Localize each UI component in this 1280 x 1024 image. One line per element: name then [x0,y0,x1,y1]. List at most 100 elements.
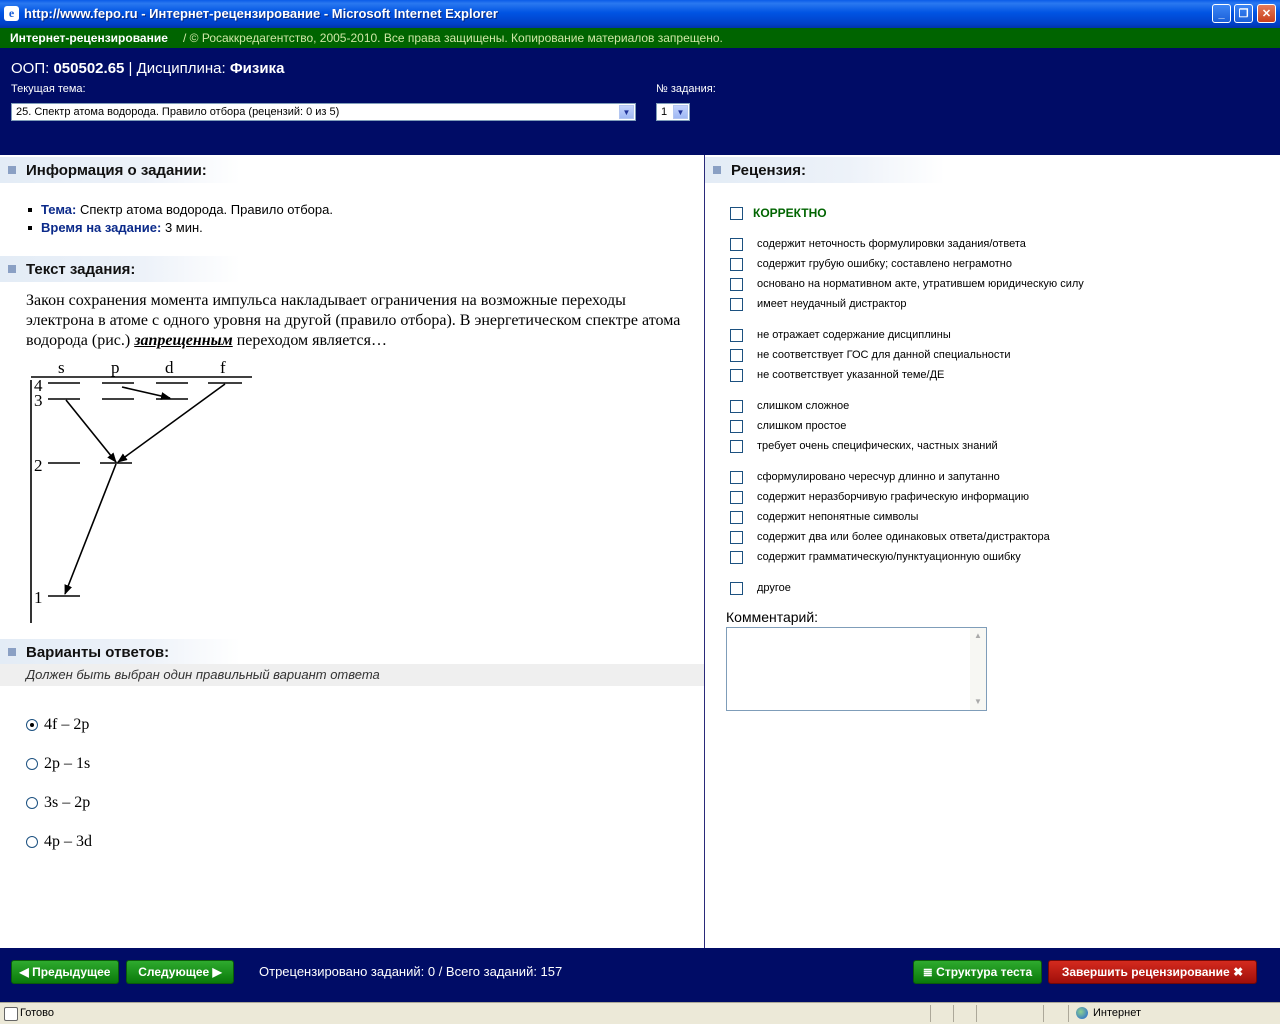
oop-label: ООП: [11,60,50,77]
criterion-checkbox[interactable] [730,238,743,251]
info-time-key: Время на задание: [41,220,162,235]
answer-label: 2p – 1s [44,755,91,772]
chevron-down-icon[interactable]: ▼ [619,105,634,119]
criterion-checkbox[interactable] [730,369,743,382]
finish-review-button[interactable]: Завершить рецензирование ✖ [1048,960,1257,984]
criterion-label: не соответствует указанной теме/ДЕ [757,369,945,381]
answers-note: Должен быть выбран один правильный вариа… [26,667,380,682]
arrow-4p-3d [121,386,171,400]
answer-radio[interactable] [26,758,38,770]
info-heading: Информация о задании: [26,162,207,179]
criterion-checkbox[interactable] [730,298,743,311]
criterion-checkbox[interactable] [730,258,743,271]
discipline-label: Дисциплина: [136,60,226,77]
close-icon: ✖ [1233,965,1244,979]
criterion-label: слишком сложное [757,400,850,412]
statusbar-divider [1068,1005,1069,1022]
window-title: http://www.fepo.ru - Интернет-рецензиров… [24,6,498,21]
criterion-checkbox[interactable] [730,420,743,433]
task-text-end: переходом является… [236,332,387,349]
criterion-checkbox[interactable] [730,582,743,595]
scroll-down-icon[interactable]: ▼ [971,695,985,709]
test-structure-button[interactable]: ≣ Структура теста [913,960,1042,984]
minimize-button[interactable]: _ [1212,4,1231,23]
info-topic-key: Тема: [41,202,77,217]
correct-checkbox[interactable] [730,207,743,220]
answers-note-bar: Должен быть выбран один правильный вариа… [0,664,704,686]
task-section-header: Текст задания: [0,256,240,282]
arrow-3s-2p [65,399,117,463]
chevron-down-icon[interactable]: ▼ [673,105,688,119]
criterion-checkbox[interactable] [730,349,743,362]
previous-button[interactable]: ◀ Предыдущее [11,960,119,984]
comment-textarea[interactable]: ▲ ▼ [726,627,987,711]
page-icon [4,1007,18,1021]
review-counts: Отрецензировано заданий: 0 / Всего задан… [259,964,563,979]
criterion-label: слишком простое [757,420,847,432]
diagram-col-d: d [165,358,174,377]
close-window-button[interactable]: ✕ [1257,4,1276,23]
criterion-label: не отражает содержание дисциплины [757,329,951,341]
criterion-checkbox[interactable] [730,551,743,564]
info-topic: Тема: Спектр атома водорода. Правило отб… [26,202,333,220]
task-number-label: № задания: [656,83,716,95]
section-bullet-icon [713,166,721,174]
correct-label: КОРРЕКТНО [753,206,827,220]
criterion-label: содержит непонятные символы [757,511,919,523]
diagram-col-f: f [220,358,226,377]
diagram-level-2: 2 [34,456,43,475]
review-panel: Рецензия: КОРРЕКТНО содержит неточность … [705,155,1280,948]
criterion-label: имеет неудачный дистрактор [757,298,907,310]
answer-label: 4f – 2p [44,716,90,733]
section-bullet-icon [8,265,16,273]
answers-section-header: Варианты ответов: [0,639,240,665]
maximize-button[interactable]: ❐ [1234,4,1253,23]
answer-radio-selected[interactable] [26,719,38,731]
criterion-label: сформулировано чересчур длинно и запутан… [757,471,1000,483]
answer-radio[interactable] [26,836,38,848]
answer-label: 3s – 2p [44,794,91,811]
comment-label: Комментарий: [726,609,819,625]
topic-select[interactable]: 25. Спектр атома водорода. Правило отбор… [11,103,636,121]
next-button-label: Следующее [138,965,210,979]
criterion-checkbox[interactable] [730,329,743,342]
copyright-notice: / © Росаккредагентство, 2005-2010. Все п… [183,31,723,45]
test-structure-label: Структура теста [936,965,1033,979]
energy-level-diagram: s p d f 4 3 2 1 [30,358,252,623]
section-bullet-icon [8,648,16,656]
task-text-emphasis: запрещенным [134,332,233,349]
criterion-checkbox[interactable] [730,440,743,453]
criterion-label: не соответствует ГОС для данной специаль… [757,349,1011,361]
task-number-value: 1 [661,106,668,118]
statusbar-divider [930,1005,931,1022]
arrow-2p-1s [64,463,117,595]
criterion-checkbox[interactable] [730,278,743,291]
task-heading: Текст задания: [26,261,136,278]
criterion-checkbox[interactable] [730,491,743,504]
criterion-checkbox[interactable] [730,531,743,544]
next-button[interactable]: Следующее ▶ [126,960,234,984]
answer-label: 4p – 3d [44,833,92,850]
discipline-value: Физика [229,60,285,77]
answer-radio[interactable] [26,797,38,809]
chevron-left-icon: ◀ [19,965,29,979]
review-heading: Рецензия: [731,162,807,179]
window-titlebar: e http://www.fepo.ru - Интернет-рецензир… [0,0,1280,28]
comment-scrollbar[interactable]: ▲ ▼ [970,628,986,710]
criterion-checkbox[interactable] [730,400,743,413]
oop-value: 050502.65 [53,60,125,77]
criterion-label: содержит два или более одинаковых ответа… [757,531,1050,543]
scroll-up-icon[interactable]: ▲ [971,629,985,643]
internet-explorer-icon: e [4,6,19,21]
globe-icon [1076,1007,1088,1019]
criterion-checkbox[interactable] [730,511,743,524]
review-section-header: Рецензия: [705,157,945,183]
task-number-select[interactable]: 1 ▼ [656,103,690,121]
topic-label: Текущая тема: [11,83,86,95]
criterion-checkbox[interactable] [730,471,743,484]
criterion-label: содержит грамматическую/пунктуационную о… [757,551,1021,563]
section-bullet-icon [8,166,16,174]
task-text: Закон сохранения момента импульса наклад… [26,291,686,351]
statusbar-divider [976,1005,977,1022]
site-brand: Интернет-рецензирование [10,31,168,45]
